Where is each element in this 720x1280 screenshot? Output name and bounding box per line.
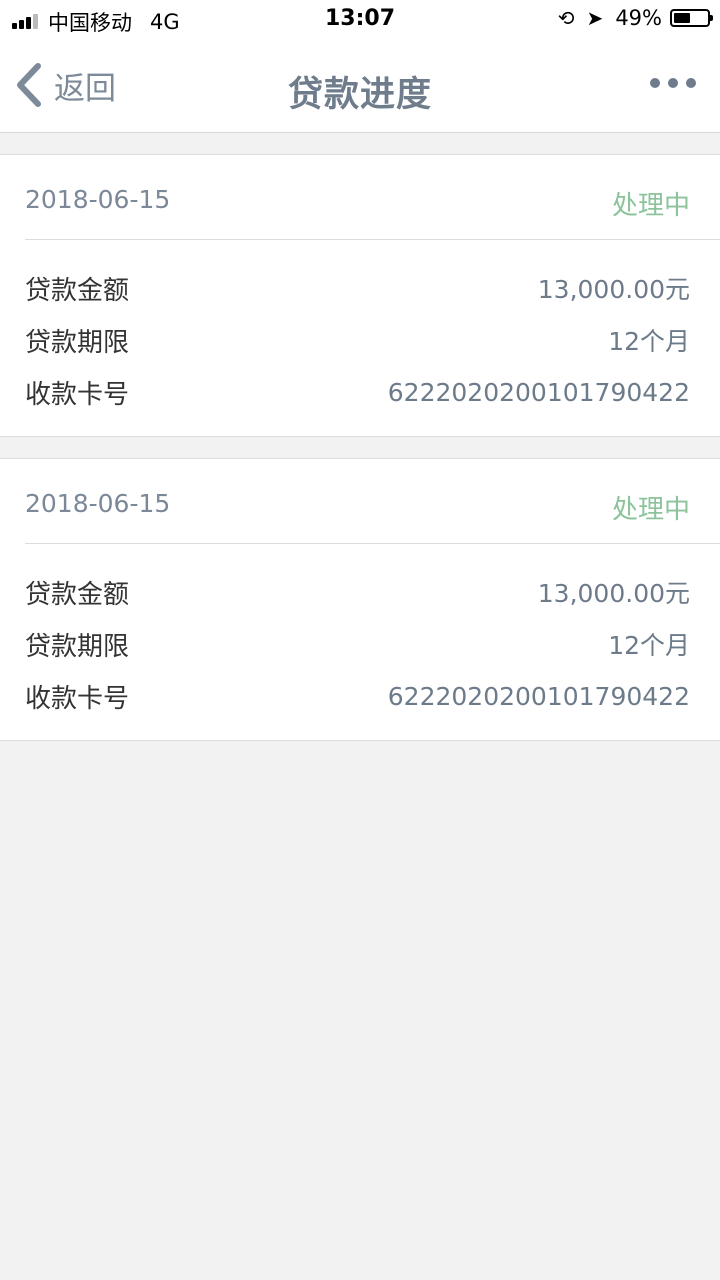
detail-label: 收款卡号	[25, 379, 130, 410]
detail-row-amount: 贷款金额 13,000.00元	[25, 566, 690, 618]
detail-value: 6222020200101790422	[387, 681, 690, 711]
more-dot-icon	[668, 78, 678, 88]
detail-row-amount: 贷款金额 13,000.00元	[25, 262, 690, 314]
loan-details: 贷款金额 13,000.00元 贷款期限 12个月 收款卡号 622202020…	[0, 544, 720, 740]
detail-value: 13,000.00元	[537, 275, 690, 304]
loan-card-header: 2018-06-15 处理中	[25, 459, 720, 544]
detail-row-term: 贷款期限 12个月	[25, 618, 690, 670]
detail-label: 贷款金额	[25, 579, 130, 610]
status-right: ⟲ ➤ 49%	[557, 6, 713, 30]
battery-icon	[670, 9, 713, 27]
detail-label: 收款卡号	[25, 683, 130, 714]
more-button[interactable]	[642, 78, 696, 88]
loan-details: 贷款金额 13,000.00元 贷款期限 12个月 收款卡号 622202020…	[0, 240, 720, 436]
detail-value: 12个月	[608, 631, 690, 660]
nav-bar: 返回 贷款进度	[0, 40, 720, 133]
loan-card-header: 2018-06-15 处理中	[25, 155, 720, 240]
loan-status: 处理中	[611, 191, 690, 221]
detail-value: 6222020200101790422	[387, 377, 690, 407]
detail-label: 贷款期限	[25, 631, 130, 662]
loan-card[interactable]: 2018-06-15 处理中 贷款金额 13,000.00元 贷款期限 12个月…	[0, 154, 720, 437]
detail-label: 贷款金额	[25, 275, 130, 306]
loan-date: 2018-06-15	[25, 185, 171, 214]
battery-percent: 49%	[615, 6, 662, 30]
loan-status: 处理中	[611, 495, 690, 525]
detail-row-card-number: 收款卡号 6222020200101790422	[25, 670, 690, 722]
location-icon: ➤	[586, 6, 604, 30]
rotation-lock-icon: ⟲	[557, 6, 575, 30]
loan-date: 2018-06-15	[25, 489, 171, 518]
detail-label: 贷款期限	[25, 327, 130, 358]
more-dot-icon	[650, 78, 660, 88]
status-bar: 中国移动 4G 13:07 ⟲ ➤ 49%	[0, 0, 720, 40]
page-title: 贷款进度	[287, 75, 432, 115]
detail-row-card-number: 收款卡号 6222020200101790422	[25, 366, 690, 418]
loan-card[interactable]: 2018-06-15 处理中 贷款金额 13,000.00元 贷款期限 12个月…	[0, 458, 720, 741]
detail-value: 13,000.00元	[537, 579, 690, 608]
more-dot-icon	[686, 78, 696, 88]
detail-row-term: 贷款期限 12个月	[25, 314, 690, 366]
detail-value: 12个月	[608, 327, 690, 356]
